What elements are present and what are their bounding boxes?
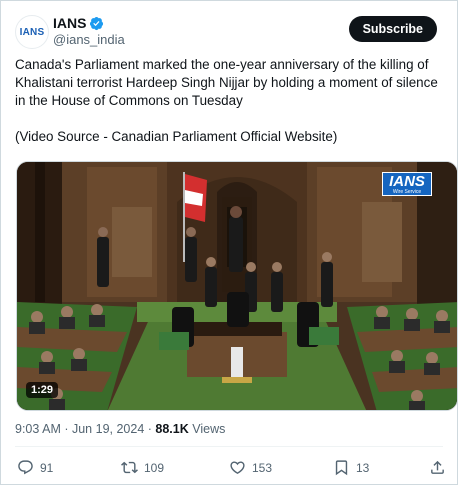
- repost-button[interactable]: 109: [121, 459, 164, 476]
- avatar-logo-text: IANS: [19, 26, 45, 38]
- video-duration-badge: 1:29: [26, 382, 59, 398]
- post-time[interactable]: 9:03 AM: [15, 422, 61, 436]
- ians-watermark-subtext: Wire Service: [392, 189, 422, 195]
- reply-icon: [18, 460, 33, 475]
- tweet-card: IANS IANS @ians_india Subscribe Canada's…: [0, 0, 458, 485]
- heart-icon: [230, 461, 245, 474]
- tweet-text: Canada's Parliament marked the one-year …: [15, 56, 445, 146]
- subscribe-button[interactable]: Subscribe: [348, 16, 437, 42]
- tweet-text-video-source: (Video Source - Canadian Parliament Offi…: [15, 129, 338, 144]
- bookmark-button[interactable]: 13: [333, 459, 369, 476]
- divider: [15, 446, 443, 447]
- post-date[interactable]: Jun 19, 2024: [72, 422, 144, 436]
- bookmark-icon: [335, 460, 348, 476]
- share-icon: [431, 460, 444, 474]
- ians-watermark: IANS Wire Service: [382, 172, 432, 196]
- tweet-header: IANS IANS @ians_india Subscribe: [15, 11, 447, 51]
- avatar[interactable]: IANS: [15, 15, 49, 49]
- verified-badge-icon: [90, 16, 104, 30]
- video-player[interactable]: IANS Wire Service 1:29: [16, 161, 458, 411]
- action-bar: 91 109 153 13: [15, 459, 445, 481]
- meta-separator: ·: [60, 422, 72, 436]
- author-names: IANS @ians_india: [53, 15, 125, 47]
- bookmark-count: 13: [356, 460, 370, 475]
- parliament-video-frame: [17, 162, 457, 410]
- author-display-name-row[interactable]: IANS: [53, 15, 125, 31]
- views-label: Views: [188, 422, 226, 436]
- like-count: 153: [252, 460, 273, 475]
- ians-watermark-text: IANS: [389, 173, 425, 190]
- reply-count: 91: [40, 460, 54, 475]
- author-display-name[interactable]: IANS: [53, 15, 86, 31]
- meta-separator: ·: [144, 422, 156, 436]
- tweet-meta: 9:03 AM · Jun 19, 2024 · 88.1K Views: [15, 422, 225, 436]
- repost-icon: [121, 461, 138, 474]
- reply-button[interactable]: 91: [17, 459, 53, 476]
- like-button[interactable]: 153: [229, 459, 272, 476]
- views-count: 88.1K: [155, 422, 189, 436]
- author-handle[interactable]: @ians_india: [53, 32, 125, 47]
- repost-count: 109: [144, 460, 165, 475]
- share-button[interactable]: [429, 459, 446, 476]
- tweet-text-paragraph: Canada's Parliament marked the one-year …: [15, 57, 438, 108]
